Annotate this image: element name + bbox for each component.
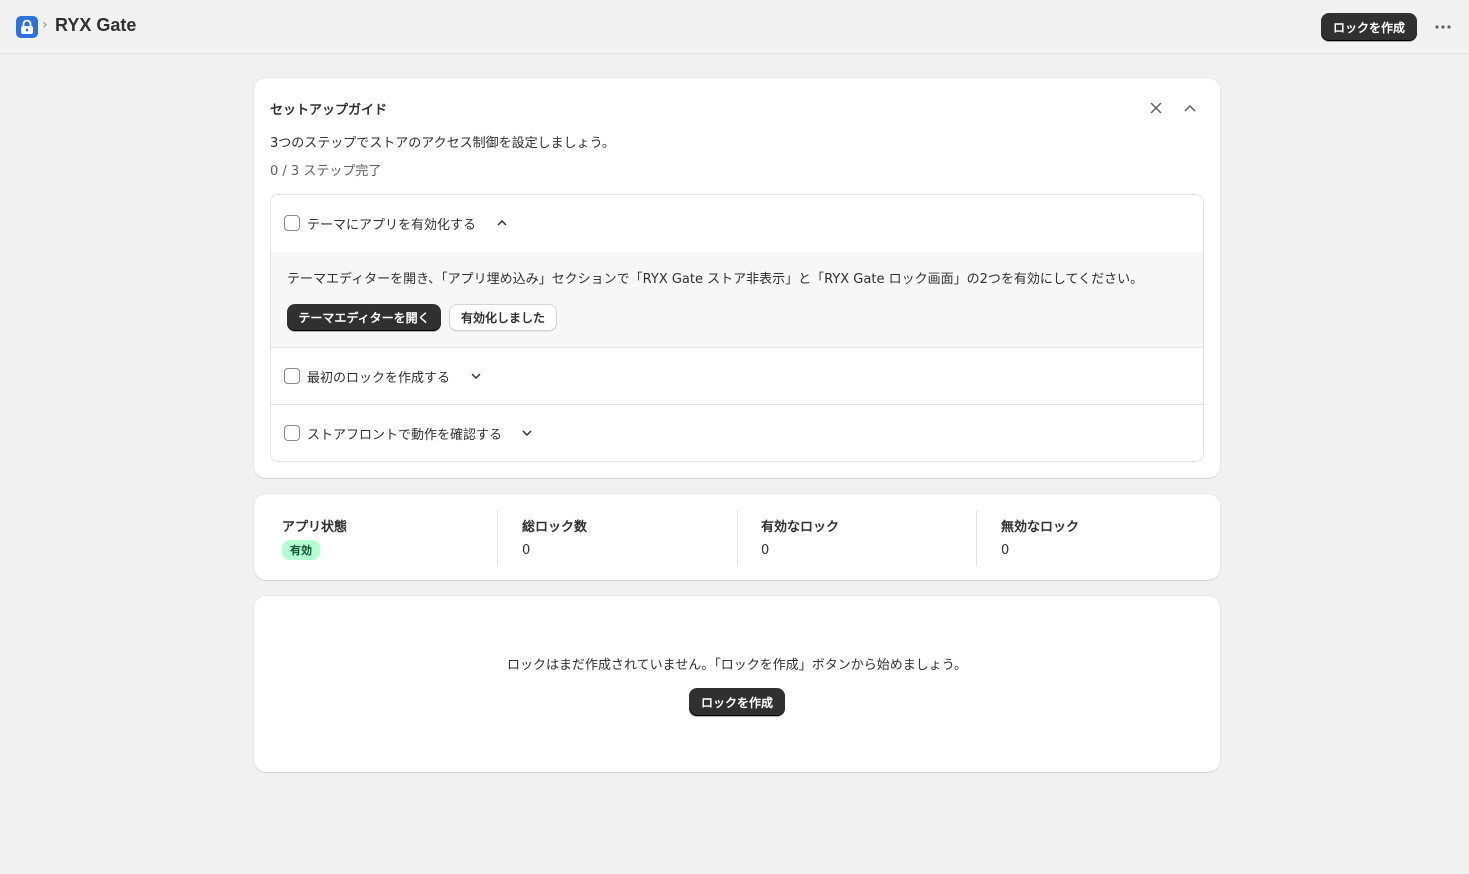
setup-guide-progress: 0 / 3 ステップ完了 <box>270 164 382 179</box>
create-lock-button[interactable]: ロックを作成 <box>1321 13 1417 41</box>
stat-divider <box>976 510 977 566</box>
open-theme-editor-button[interactable]: テーマエディターを開く <box>287 304 441 331</box>
stat-divider <box>737 510 738 566</box>
chevron-up-icon[interactable] <box>1178 96 1202 120</box>
setup-guide-card: セットアップガイド 3つのステップでストアのアクセス制御を設定しましょう。 0 … <box>254 78 1220 478</box>
stat-value: 0 <box>522 543 531 558</box>
step-create-first-lock[interactable]: 最初のロックを作成する <box>271 348 1203 405</box>
stat-value: 0 <box>1001 543 1010 558</box>
more-actions-icon[interactable] <box>1432 16 1454 38</box>
setup-steps-list: テーマにアプリを有効化する テーマエディターを開き、「アプリ埋め込み」セクション… <box>270 194 1204 462</box>
stat-label: 有効なロック <box>761 520 840 535</box>
step-instructions: テーマエディターを開き、「アプリ埋め込み」セクションで「RYX Gate ストア… <box>287 272 1144 287</box>
locks-empty-state-card: ロックはまだ作成されていません。「ロックを作成」ボタンから始めましょう。 ロック… <box>254 596 1220 772</box>
stat-label: 無効なロック <box>1001 520 1080 535</box>
stat-divider <box>497 510 498 566</box>
stat-inactive-locks: 無効なロック 0 <box>1001 510 1241 566</box>
mark-enabled-button[interactable]: 有効化しました <box>449 304 557 331</box>
page-title: RYX Gate <box>55 15 137 35</box>
empty-state-message: ロックはまだ作成されていません。「ロックを作成」ボタンから始めましょう。 <box>507 658 967 673</box>
stats-card: アプリ状態 有効 総ロック数 0 有効なロック 0 無効なロック 0 <box>254 494 1220 580</box>
chevron-down-icon[interactable] <box>466 366 486 386</box>
step-enable-app[interactable]: テーマにアプリを有効化する <box>271 195 1203 252</box>
step-enable-app-body: テーマエディターを開き、「アプリ埋め込み」セクションで「RYX Gate ストア… <box>271 252 1203 348</box>
step-label[interactable]: 最初のロックを作成する <box>307 367 450 386</box>
step-label[interactable]: テーマにアプリを有効化する <box>307 214 476 233</box>
chevron-up-icon[interactable] <box>492 213 512 233</box>
top-bar: › RYX Gate ロックを作成 <box>0 0 1469 54</box>
setup-guide-title: セットアップガイド <box>270 103 388 118</box>
step-checkbox[interactable] <box>284 215 300 231</box>
stat-label: 総ロック数 <box>522 520 588 535</box>
lock-app-icon[interactable] <box>16 16 38 38</box>
stat-app-status: アプリ状態 有効 <box>282 510 522 566</box>
status-badge: 有効 <box>282 540 320 560</box>
step-verify-storefront[interactable]: ストアフロントで動作を確認する <box>271 405 1203 461</box>
stat-total-locks: 総ロック数 0 <box>522 510 762 566</box>
stat-value: 0 <box>761 543 770 558</box>
stat-label: アプリ状態 <box>282 520 348 535</box>
close-icon[interactable] <box>1144 96 1168 120</box>
step-label[interactable]: ストアフロントで動作を確認する <box>307 424 502 443</box>
step-checkbox[interactable] <box>284 368 300 384</box>
chevron-down-icon[interactable] <box>517 423 537 443</box>
breadcrumb-separator: › <box>42 17 48 33</box>
step-checkbox[interactable] <box>284 425 300 441</box>
empty-create-lock-button[interactable]: ロックを作成 <box>689 688 785 716</box>
stat-active-locks: 有効なロック 0 <box>761 510 1001 566</box>
setup-guide-description: 3つのステップでストアのアクセス制御を設定しましょう。 <box>270 136 615 151</box>
